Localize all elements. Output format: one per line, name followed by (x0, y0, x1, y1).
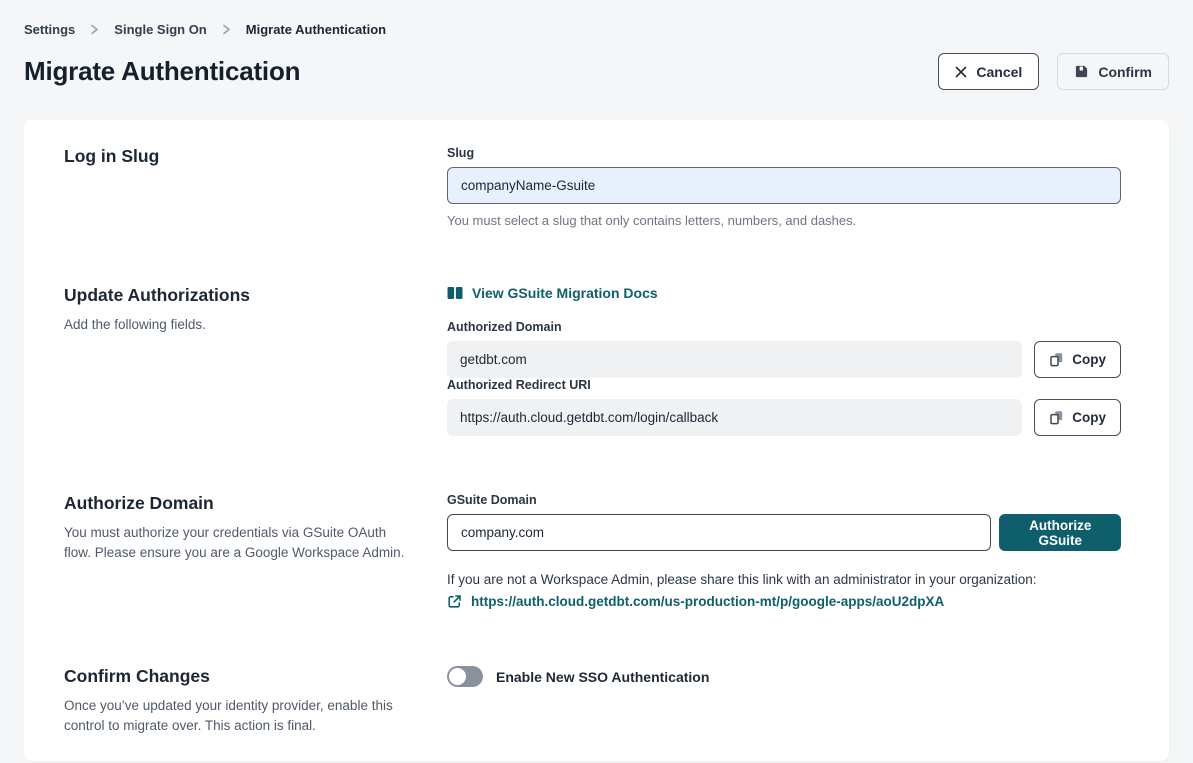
close-icon (955, 66, 967, 78)
confirm-changes-heading: Confirm Changes (64, 666, 409, 687)
section-login-slug: Log in Slug Slug You must select a slug … (64, 146, 1121, 228)
section-update-authorizations: Update Authorizations Add the following … (64, 285, 1121, 436)
authorized-domain-value: getdbt.com (447, 341, 1022, 378)
workspace-admin-note: If you are not a Workspace Admin, please… (447, 572, 1121, 587)
copy-icon (1049, 410, 1064, 425)
cancel-button-label: Cancel (976, 64, 1022, 80)
enable-sso-toggle[interactable] (447, 666, 483, 687)
enable-sso-toggle-label: Enable New SSO Authentication (496, 669, 709, 685)
breadcrumb: Settings Single Sign On Migrate Authenti… (24, 22, 1169, 37)
migrate-authentication-card: Log in Slug Slug You must select a slug … (24, 120, 1169, 761)
copy-icon (1049, 352, 1064, 367)
login-slug-heading: Log in Slug (64, 146, 409, 167)
book-icon (447, 286, 463, 300)
authorize-domain-description: You must authorize your credentials via … (64, 523, 409, 564)
authorized-redirect-uri-value: https://auth.cloud.getdbt.com/login/call… (447, 399, 1022, 436)
save-icon (1074, 64, 1089, 79)
header-actions: Cancel Confirm (938, 53, 1169, 90)
update-authorizations-description: Add the following fields. (64, 315, 409, 335)
authorize-domain-heading: Authorize Domain (64, 493, 409, 514)
confirm-button-label: Confirm (1098, 64, 1152, 80)
authorized-domain-label: Authorized Domain (447, 320, 1121, 334)
slug-input[interactable] (447, 167, 1121, 204)
update-authorizations-heading: Update Authorizations (64, 285, 409, 306)
authorized-redirect-uri-field: Authorized Redirect URI https://auth.clo… (447, 378, 1121, 436)
breadcrumb-settings[interactable]: Settings (24, 22, 75, 37)
confirm-button[interactable]: Confirm (1057, 53, 1169, 90)
page: Settings Single Sign On Migrate Authenti… (0, 0, 1193, 761)
slug-label: Slug (447, 146, 1121, 160)
section-authorize-domain: Authorize Domain You must authorize your… (64, 493, 1121, 609)
copy-button-label: Copy (1072, 410, 1106, 425)
copy-button-label: Copy (1072, 352, 1106, 367)
cancel-button[interactable]: Cancel (938, 53, 1039, 90)
gsuite-domain-input[interactable] (447, 514, 991, 551)
section-confirm-changes: Confirm Changes Once you’ve updated your… (64, 666, 1121, 737)
page-header: Migrate Authentication Cancel Confirm (24, 53, 1169, 90)
breadcrumb-migrate-authentication: Migrate Authentication (246, 22, 386, 37)
gsuite-domain-label: GSuite Domain (447, 493, 1121, 507)
authorized-domain-field: Authorized Domain getdbt.com Copy (447, 320, 1121, 378)
chevron-right-icon (222, 24, 231, 35)
slug-helper-text: You must select a slug that only contain… (447, 213, 1121, 228)
chevron-right-icon (90, 24, 99, 35)
authorized-redirect-uri-label: Authorized Redirect URI (447, 378, 1121, 392)
toggle-knob (449, 668, 466, 685)
confirm-changes-description: Once you’ve updated your identity provid… (64, 696, 409, 737)
authorize-gsuite-button[interactable]: Authorize GSuite (999, 514, 1121, 551)
breadcrumb-single-sign-on[interactable]: Single Sign On (114, 22, 206, 37)
page-title: Migrate Authentication (24, 56, 300, 87)
gsuite-migration-docs-link[interactable]: View GSuite Migration Docs (447, 285, 658, 301)
copy-redirect-uri-button[interactable]: Copy (1034, 399, 1121, 436)
external-link-icon (447, 594, 462, 609)
admin-share-link[interactable]: https://auth.cloud.getdbt.com/us-product… (471, 594, 944, 609)
gsuite-migration-docs-link-label: View GSuite Migration Docs (472, 285, 658, 301)
copy-authorized-domain-button[interactable]: Copy (1034, 341, 1121, 378)
